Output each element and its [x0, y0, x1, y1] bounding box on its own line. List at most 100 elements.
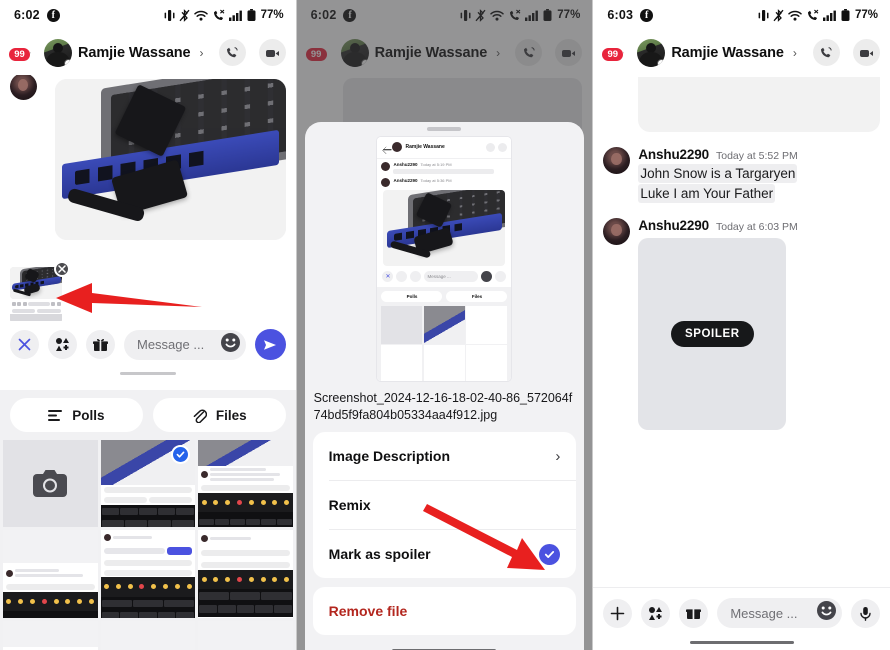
page-title[interactable]: Ramjie Wassane	[78, 45, 191, 61]
message-input[interactable]: Message ...	[717, 598, 842, 628]
screenshot-thumb	[3, 620, 98, 650]
avatar	[603, 147, 631, 174]
remix-label: Remix	[328, 497, 371, 513]
page-title[interactable]: Ramjie Wassane	[671, 45, 784, 61]
gift-icon[interactable]	[86, 330, 115, 359]
message-text: Luke I am Your Father	[638, 184, 776, 203]
vibrate-icon	[758, 9, 769, 22]
emoji-icon[interactable]	[816, 600, 837, 626]
polls-button[interactable]: Polls	[10, 398, 143, 432]
phone-call-icon[interactable]	[218, 39, 246, 66]
gallery-item[interactable]	[3, 620, 98, 650]
send-button[interactable]	[254, 329, 286, 360]
nested-time: Today at 5:19 PM	[420, 161, 452, 167]
chevron-right-icon[interactable]: ›	[200, 46, 204, 60]
status-left: 6:03 f	[607, 8, 654, 22]
hdmi-cable-photo	[55, 79, 286, 240]
message-timestamp: Today at 5:52 PM	[716, 150, 798, 162]
close-icon[interactable]	[10, 330, 39, 359]
microphone-icon[interactable]	[850, 598, 880, 628]
file-name: Screenshot_2024-12-16-18-02-40-86_572064…	[313, 391, 573, 422]
mark-as-spoiler-row[interactable]: Mark as spoiler	[313, 530, 577, 578]
gallery-item[interactable]	[100, 530, 196, 618]
message-sender[interactable]: Anshu2290	[638, 147, 709, 162]
home-indicator	[305, 645, 585, 650]
nested-gallery	[381, 305, 508, 381]
gallery-item[interactable]	[100, 440, 196, 528]
avatar-status-ring	[64, 58, 72, 67]
message-input[interactable]: Message ...	[124, 329, 246, 360]
message-sender[interactable]: Anshu2290	[638, 218, 709, 233]
mark-as-spoiler-label: Mark as spoiler	[328, 546, 431, 562]
camera-cell[interactable]	[3, 440, 98, 528]
file-preview-image[interactable]: Ramjie Wassane Anshu2290 Today at 5:19 PM…	[377, 137, 512, 381]
panel-attachment-picker: 6:02 f 77% 99 Ramjie Wassane › Message .…	[0, 0, 297, 650]
phone-call-icon[interactable]	[812, 39, 840, 66]
video-call-icon[interactable]	[852, 39, 880, 66]
message-body: Anshu2290 Today at 5:52 PM John Snow is …	[638, 147, 880, 203]
image-description-row[interactable]: Image Description ›	[313, 432, 577, 480]
file-options-sheet: Ramjie Wassane Anshu2290 Today at 5:19 PM…	[304, 122, 585, 650]
gallery-item[interactable]	[198, 440, 293, 528]
nested-time: Today at 5:36 PM	[420, 177, 452, 183]
remix-row[interactable]: Remix	[313, 481, 577, 529]
message-item[interactable]: Anshu2290 Today at 5:52 PM John Snow is …	[593, 141, 890, 203]
selected-check-icon[interactable]	[171, 445, 191, 464]
status-bar: 6:03 f 77%	[593, 0, 890, 30]
image-description-label: Image Description	[328, 448, 451, 464]
sheet-drag-handle[interactable]	[305, 122, 585, 135]
files-button[interactable]: Files	[152, 398, 286, 432]
sticker-icon[interactable]	[48, 330, 77, 359]
chevron-right-icon[interactable]: ›	[793, 46, 797, 60]
status-right: 77%	[758, 8, 878, 22]
gallery-item[interactable]	[198, 620, 293, 650]
nested-title: Ramjie Wassane	[405, 144, 445, 151]
remove-file-card: Remove file	[312, 587, 577, 635]
remove-file-row[interactable]: Remove file	[313, 587, 577, 635]
file-options-card: Image Description › Remix Mark as spoile…	[312, 432, 577, 578]
panel-sent-spoiler: 6:03 f 77% 99 Ramjie Wassane › Anshu2290…	[593, 0, 890, 650]
attachment-tray: Polls Files	[0, 390, 296, 650]
nested-sender: Anshu2290	[393, 161, 418, 167]
attachment-thumbnail-detail	[10, 300, 62, 323]
emoji-icon[interactable]	[220, 332, 241, 358]
avatar[interactable]	[637, 38, 666, 67]
bluetooth-off-icon	[773, 8, 784, 22]
photo-gallery[interactable]	[0, 440, 296, 650]
home-indicator	[0, 368, 296, 379]
message-photo[interactable]	[55, 79, 286, 240]
nested-header: Ramjie Wassane	[377, 137, 512, 159]
polls-label: Polls	[72, 407, 105, 423]
nested-polls-label: Polls	[381, 290, 443, 302]
status-right: 77%	[164, 8, 284, 22]
mark-as-spoiler-checkbox[interactable]	[539, 543, 561, 565]
panel-file-options-sheet: 6:02 f 77% 99 Ramjie Wassane ›	[296, 0, 594, 650]
spoiler-image[interactable]: SPOILER	[638, 238, 787, 430]
gift-icon[interactable]	[679, 598, 709, 628]
wifi-icon	[193, 9, 208, 22]
remove-attachment-icon[interactable]	[54, 261, 70, 277]
gallery-item[interactable]	[100, 620, 196, 650]
nested-sender: Anshu2290	[393, 177, 418, 183]
message-timestamp: Today at 6:03 PM	[716, 221, 798, 233]
message-photo-partial[interactable]	[638, 77, 880, 132]
nested-screenshot-preview: Ramjie Wassane Anshu2290 Today at 5:19 PM…	[377, 137, 512, 381]
screenshot-stage: 6:02 f 77% 99 Ramjie Wassane › Message .…	[0, 0, 890, 650]
unread-badge: 99	[601, 47, 625, 62]
spoiler-badge[interactable]: SPOILER	[670, 321, 754, 347]
video-call-icon[interactable]	[258, 39, 286, 66]
message-item[interactable]: Anshu2290 Today at 6:03 PM SPOILER	[593, 212, 890, 430]
battery-icon	[841, 8, 850, 22]
screenshot-thumb	[198, 440, 293, 528]
message-meta: Anshu2290 Today at 5:52 PM	[638, 147, 880, 162]
plus-icon[interactable]	[603, 598, 633, 628]
call-mute-icon	[806, 9, 819, 22]
nested-input-placeholder: Message ...	[424, 270, 479, 282]
message-list[interactable]	[0, 73, 296, 259]
gallery-item[interactable]	[198, 530, 293, 618]
screenshot-thumb	[198, 620, 293, 650]
sticker-icon[interactable]	[641, 598, 671, 628]
attachment-thumbnail[interactable]	[10, 261, 70, 323]
gallery-item[interactable]	[3, 530, 98, 618]
avatar[interactable]	[44, 38, 72, 67]
